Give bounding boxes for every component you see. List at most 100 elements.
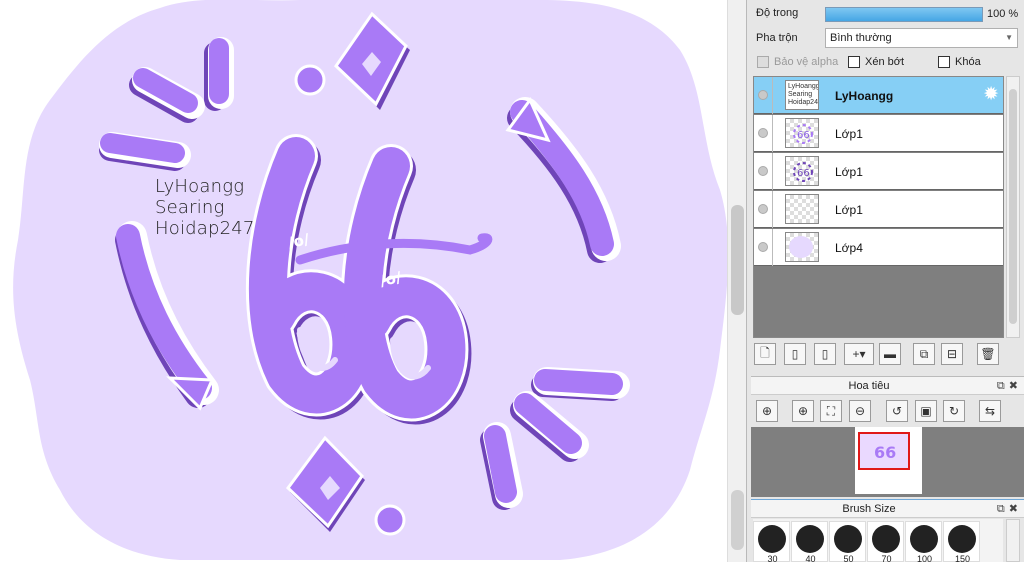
navigator-window-controls[interactable]: ⧉✖ (997, 379, 1022, 393)
brush-size-header: Brush Size ⧉✖ (751, 499, 1024, 518)
brush-size-value: 70 (881, 554, 892, 562)
top-dot (294, 64, 326, 96)
layer-list: LyHoangg Searing Hoidap247 LyHoangg ✹ 66… (753, 76, 1004, 338)
gear-icon[interactable]: ✹ (983, 85, 999, 105)
drawing-canvas[interactable]: /o/ /o/ LyHoangg Searing Hoidap247 (0, 0, 727, 562)
brush-size-cell[interactable]: 70 (867, 521, 904, 562)
thumb-line-3: Hoidap247 (788, 99, 819, 106)
layer-panel: Độ trong 100 % Pha trộn Bình thường ▼ Bả… (746, 0, 1024, 562)
zoom-out-icon[interactable]: ⊖ (849, 400, 871, 422)
brush-grid-scrollbar[interactable] (1006, 519, 1020, 562)
clipping-box[interactable] (848, 56, 860, 68)
opacity-value: 100 % (987, 8, 1019, 20)
visibility-icon[interactable] (758, 128, 768, 138)
lock-checkbox[interactable]: Khóa (938, 56, 981, 68)
new-8bit-layer-icon[interactable]: ▯ (784, 343, 806, 365)
folder-icon[interactable]: ▬ (879, 343, 901, 365)
svg-text:66: 66 (797, 168, 810, 179)
brush-size-cell[interactable]: 40 (791, 521, 828, 562)
navigator-view[interactable]: 66 (751, 427, 1024, 497)
layer-item[interactable]: Lớp1 (754, 191, 1003, 228)
lock-label: Khóa (955, 56, 981, 68)
clipping-checkbox[interactable]: Xén bớt (848, 56, 904, 68)
layer-name: Lớp1 (835, 127, 863, 141)
opacity-label: Độ trong (756, 7, 799, 19)
layer-thumbnail: LyHoangg Searing Hoidap247 (785, 80, 819, 110)
canvas-signature-text: LyHoangg Searing Hoidap247 (155, 176, 255, 239)
visibility-icon[interactable] (758, 166, 768, 176)
bottom-dot (374, 504, 406, 536)
brush-size-value: 100 (916, 554, 933, 562)
brush-size-grid: 30 40 50 70 100 150 (753, 519, 1003, 562)
layer-name: LyHoangg (835, 89, 894, 103)
visibility-icon[interactable] (758, 242, 768, 252)
chevron-down-icon: ▼ (1005, 33, 1013, 42)
navigator-header: Hoa tiêu ⧉✖ (751, 376, 1024, 395)
brush-size-value: 40 (805, 554, 816, 562)
protect-alpha-box[interactable] (757, 56, 769, 68)
new-1bit-layer-icon[interactable]: ▯ (814, 343, 836, 365)
opacity-row: Độ trong 100 % (747, 3, 1024, 23)
layer-toolbar: 🗋 ▯ ▯ +▾ ▬ ⧉ ⊟ 🗑 (753, 341, 1023, 369)
signature-line-2: Searing (155, 197, 225, 218)
brush-size-cell[interactable]: 150 (943, 521, 980, 562)
layer-name: Lớp1 (835, 203, 863, 217)
svg-text:66: 66 (874, 443, 896, 462)
rotate-left-icon[interactable]: ↺ (886, 400, 908, 422)
layer-item[interactable]: 66 Lớp1 (754, 115, 1003, 152)
brush-size-cell[interactable]: 50 (829, 521, 866, 562)
visibility-icon[interactable] (758, 90, 768, 100)
blend-label: Pha trộn (756, 32, 798, 44)
layer-options-row: Bảo vệ alpha Xén bớt Khóa (747, 54, 1024, 72)
brush-size-value: 50 (843, 554, 854, 562)
add-layer-dropdown-icon[interactable]: +▾ (844, 343, 874, 365)
svg-text:66: 66 (797, 130, 810, 141)
layer-item[interactable]: 66 Lớp1 (754, 153, 1003, 190)
thumb-line-1: LyHoangg (788, 83, 819, 90)
layer-thumbnail: 66 (785, 118, 819, 148)
flip-icon[interactable]: ⇆ (979, 400, 1001, 422)
visibility-icon[interactable] (758, 204, 768, 214)
signature-line-1: LyHoangg (155, 176, 245, 197)
layer-item[interactable]: Lớp4 (754, 229, 1003, 266)
brush-window-controls[interactable]: ⧉✖ (997, 502, 1022, 516)
artwork (13, 0, 727, 560)
thumb-line-2: Searing (788, 91, 813, 98)
blend-row: Pha trộn Bình thường ▼ (747, 26, 1024, 50)
layer-thumbnail (785, 232, 819, 262)
protect-alpha-label: Bảo vệ alpha (774, 56, 839, 68)
blend-mode-value: Bình thường (830, 32, 892, 44)
navigator-title: Hoa tiêu (848, 380, 890, 392)
canvas-scroll-thumb[interactable] (731, 205, 744, 315)
zoom-in-icon[interactable]: ⊕ (792, 400, 814, 422)
signature-line-3: Hoidap247 (155, 218, 255, 239)
brush-size-value: 30 (767, 554, 778, 562)
merge-layer-icon[interactable]: ⊟ (941, 343, 963, 365)
layer-name: Lớp4 (835, 241, 863, 255)
zoom-actual-icon[interactable]: ⊕ (756, 400, 778, 422)
lock-box[interactable] (938, 56, 950, 68)
protect-alpha-checkbox[interactable]: Bảo vệ alpha (757, 56, 838, 68)
navigator-viewport-frame[interactable]: 66 (858, 432, 910, 470)
brush-size-cell[interactable]: 100 (905, 521, 942, 562)
trash-icon[interactable]: 🗑 (977, 343, 999, 365)
canvas-vertical-scrollbar[interactable] (727, 0, 746, 562)
brush-size-value: 150 (954, 554, 971, 562)
navigator-preview[interactable]: 66 (855, 427, 922, 494)
fit-screen-icon[interactable]: ⛶ (820, 400, 842, 422)
brush-size-cell[interactable]: 30 (753, 521, 790, 562)
layer-thumbnail (785, 194, 819, 224)
clipping-label: Xén bớt (865, 56, 905, 68)
opacity-slider[interactable] (825, 7, 983, 22)
blend-mode-select[interactable]: Bình thường ▼ (825, 28, 1018, 48)
reset-view-icon[interactable]: ▣ (915, 400, 937, 422)
canvas-scroll-thumb-lower[interactable] (731, 490, 744, 550)
layer-scroll-thumb[interactable] (1009, 89, 1017, 324)
layer-item[interactable]: LyHoangg Searing Hoidap247 LyHoangg ✹ (754, 77, 1003, 114)
new-layer-icon[interactable]: 🗋 (754, 343, 776, 365)
brush-size-title: Brush Size (842, 503, 896, 515)
navigator-toolbar: ⊕ ⊕ ⛶ ⊖ ↺ ▣ ↻ ⇆ (751, 396, 1024, 426)
copy-layer-icon[interactable]: ⧉ (913, 343, 935, 365)
layer-list-scrollbar[interactable] (1006, 76, 1020, 338)
rotate-right-icon[interactable]: ↻ (943, 400, 965, 422)
